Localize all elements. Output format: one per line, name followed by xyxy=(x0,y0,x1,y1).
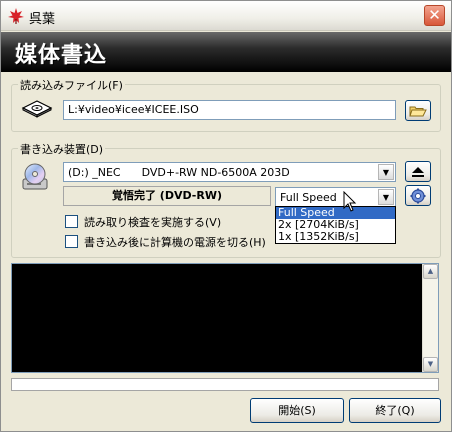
shutdown-checkbox-label[interactable]: 書き込み後に計算機の電源を切る(H) xyxy=(84,234,266,250)
file-path-input[interactable]: L:¥video¥icee¥ICEE.ISO xyxy=(63,100,396,120)
maple-leaf-icon xyxy=(8,8,24,24)
disc-image-icon xyxy=(21,100,53,118)
read-file-group-label: 読み込みファイル(F) xyxy=(18,77,125,93)
device-select-value: (D:) _NEC DVD+-RW ND-6500A 203D xyxy=(68,166,290,179)
chevron-down-icon[interactable]: ▼ xyxy=(378,164,394,180)
writer-group-label: 書き込み装置(D) xyxy=(18,141,106,157)
header-banner: 媒体書込 xyxy=(1,32,451,72)
folder-icon xyxy=(409,106,427,117)
close-icon: ✕ xyxy=(428,6,441,24)
log-panel[interactable]: ▲ ▼ xyxy=(11,263,439,373)
eject-icon xyxy=(412,167,424,177)
banner-title: 媒体書込 xyxy=(15,43,108,68)
start-button[interactable]: 開始(S) xyxy=(250,398,344,423)
speed-dropdown-list[interactable]: Full Speed 2x [2704KiB/s] 1x [1352KiB/s] xyxy=(275,206,396,244)
device-status: 覚悟完了 (DVD-RW) xyxy=(63,186,271,206)
app-window: 呉葉 ✕ 媒体書込 読み込みファイル(F) L:¥video¥icee¥ICEE… xyxy=(0,0,452,432)
settings-button[interactable] xyxy=(405,185,431,206)
speed-select-value: Full Speed xyxy=(280,191,337,204)
eject-button[interactable] xyxy=(405,161,431,182)
scroll-down-icon[interactable]: ▼ xyxy=(423,357,438,372)
gear-icon xyxy=(410,188,426,204)
verify-checkbox-label[interactable]: 読み取り検査を実施する(V) xyxy=(84,214,221,230)
browse-button[interactable] xyxy=(405,100,431,121)
window-title: 呉葉 xyxy=(29,12,56,27)
scroll-up-icon[interactable]: ▲ xyxy=(423,264,438,279)
shutdown-checkbox[interactable] xyxy=(65,235,78,248)
speed-select[interactable]: Full Speed ▼ xyxy=(275,187,396,207)
close-button[interactable]: ✕ xyxy=(424,5,445,26)
title-bar[interactable]: 呉葉 ✕ xyxy=(1,1,451,31)
speed-option[interactable]: 1x [1352KiB/s] xyxy=(276,231,395,243)
log-scrollbar[interactable]: ▲ ▼ xyxy=(422,264,438,372)
cd-drive-icon xyxy=(22,163,48,190)
progress-bar xyxy=(11,378,439,391)
device-select[interactable]: (D:) _NEC DVD+-RW ND-6500A 203D ▼ xyxy=(63,162,396,182)
verify-checkbox[interactable] xyxy=(65,215,78,228)
mouse-cursor-icon xyxy=(343,191,357,212)
chevron-down-icon[interactable]: ▼ xyxy=(378,189,394,205)
exit-button[interactable]: 終了(Q) xyxy=(349,398,441,423)
